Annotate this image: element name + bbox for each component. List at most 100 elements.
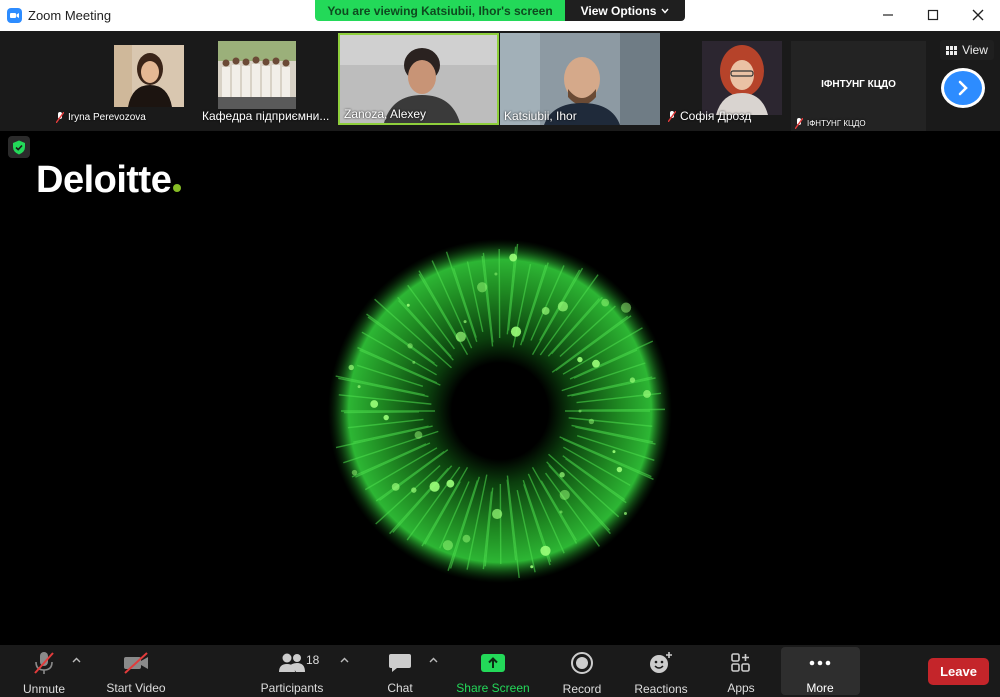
sphere-spark — [406, 303, 410, 307]
more-dots-icon — [809, 660, 831, 665]
view-button-label: View — [962, 43, 988, 57]
record-button[interactable]: Record — [559, 649, 605, 696]
sphere-spark — [357, 385, 361, 389]
participants-strip: Iryna Perevozova Кафедра підприємни... Z… — [0, 31, 1000, 139]
logo-dot — [173, 184, 182, 192]
view-button[interactable]: View — [940, 40, 994, 60]
participants-icon — [279, 653, 305, 672]
next-page-button[interactable] — [941, 68, 985, 108]
more-button[interactable]: More — [800, 649, 840, 695]
sphere-spark — [559, 472, 565, 478]
sphere-spark — [510, 326, 522, 337]
participant-name: Zanoza, Alexey — [344, 107, 427, 121]
start-video-button[interactable]: Start Video — [104, 649, 168, 695]
sphere-spark — [541, 307, 550, 315]
zoom-app-icon — [7, 8, 22, 23]
mic-muted-icon — [34, 652, 54, 674]
unmute-button[interactable]: Unmute — [16, 649, 72, 696]
sphere-spark — [492, 508, 503, 520]
participants-options-caret[interactable] — [338, 655, 350, 665]
sphere-spark — [592, 359, 600, 368]
participant-name: Katsiubii, Ihor — [504, 109, 577, 123]
sphere-spark — [477, 282, 488, 293]
sphere-spark — [494, 272, 498, 276]
participant-video-label: ІФНТУНГ КЦДО — [821, 79, 896, 90]
participant-tile[interactable]: Кафедра підприємни... — [198, 33, 335, 125]
sphere-spark — [411, 487, 417, 493]
participant-name: Кафедра підприємни... — [202, 109, 330, 123]
grid-view-icon — [946, 45, 958, 55]
chat-icon — [389, 653, 411, 672]
deloitte-logo: Deloitte — [36, 159, 182, 202]
sphere-spark — [623, 511, 627, 515]
sphere-spark — [616, 466, 623, 473]
shared-screen: Deloitte — [0, 131, 1000, 645]
participant-tile[interactable]: ІФНТУНГ КЦДО ІФНТУНГ КЦДО — [791, 41, 926, 139]
video-off-icon — [124, 651, 148, 674]
leave-button[interactable]: Leave — [928, 658, 989, 685]
apps-button[interactable]: Apps — [721, 649, 761, 695]
chevron-up-icon — [340, 657, 348, 663]
chevron-up-icon — [429, 657, 437, 663]
sphere-spark — [629, 377, 636, 383]
maximize-icon[interactable] — [921, 4, 945, 26]
chevron-down-icon — [661, 8, 669, 14]
mic-muted-icon — [56, 112, 64, 123]
sphere-spark — [463, 320, 467, 324]
sphere-spark — [446, 479, 455, 488]
share-screen-icon — [481, 653, 505, 672]
green-sphere-graphic — [328, 239, 672, 583]
sphere-spark — [577, 356, 583, 363]
sphere-spark — [530, 565, 534, 569]
sphere-spark — [391, 483, 400, 491]
participant-tile[interactable]: Софія Дрозд — [664, 33, 790, 125]
participant-tile-active[interactable]: Zanoza, Alexey — [338, 33, 499, 125]
sphere-ray — [344, 411, 420, 414]
chat-options-caret[interactable] — [427, 655, 439, 665]
view-options-label: View Options — [580, 3, 657, 18]
sphere-spark — [559, 510, 563, 514]
sphere-spark — [620, 302, 632, 313]
sphere-spark — [612, 450, 616, 454]
sphere-spark — [429, 481, 440, 492]
participant-photo — [702, 41, 782, 115]
apps-icon — [731, 652, 750, 672]
meeting-toolbar: Unmute Start Video Participants 18 Chat … — [0, 645, 1000, 697]
participant-name: Iryna Perevozova — [56, 112, 146, 123]
sphere-spark — [412, 360, 416, 364]
sphere-spark — [540, 545, 551, 556]
sphere-ray — [580, 408, 665, 411]
window-title: Zoom Meeting — [28, 8, 112, 23]
chevron-up-icon — [72, 657, 80, 663]
participant-tile[interactable]: Iryna Perevozova — [52, 33, 189, 125]
sphere-spark — [601, 298, 610, 307]
reactions-icon — [650, 652, 672, 673]
sphere-spark — [557, 301, 568, 312]
sphere-spark — [559, 489, 570, 501]
close-icon[interactable] — [966, 4, 990, 26]
mic-muted-icon — [668, 110, 676, 122]
reactions-button[interactable]: Reactions — [632, 649, 690, 696]
participant-photo — [218, 41, 296, 109]
sphere-spark — [348, 364, 354, 371]
chevron-right-icon — [958, 80, 968, 96]
sphere-spark — [588, 418, 595, 425]
sphere-spark — [643, 390, 651, 398]
record-icon — [571, 652, 593, 674]
view-options-button[interactable]: View Options — [565, 0, 685, 21]
mic-muted-icon — [795, 118, 803, 129]
viewing-screen-banner: You are viewing Katsiubii, Ihor's screen — [315, 0, 565, 21]
participant-tile[interactable]: Katsiubii, Ihor — [500, 33, 660, 125]
sphere-spark — [383, 414, 389, 421]
participant-photo — [114, 45, 184, 107]
chat-button[interactable]: Chat — [380, 649, 420, 695]
minimize-icon[interactable] — [876, 4, 900, 26]
sphere-spark — [414, 431, 423, 439]
sphere-spark — [462, 534, 471, 543]
encryption-shield-icon[interactable] — [8, 136, 30, 158]
audio-options-caret[interactable] — [70, 655, 82, 665]
sphere-spark — [442, 540, 453, 551]
participant-name: ІФНТУНГ КЦДО — [795, 118, 866, 129]
share-screen-button[interactable]: Share Screen — [456, 649, 530, 695]
sphere-spark — [455, 331, 466, 342]
